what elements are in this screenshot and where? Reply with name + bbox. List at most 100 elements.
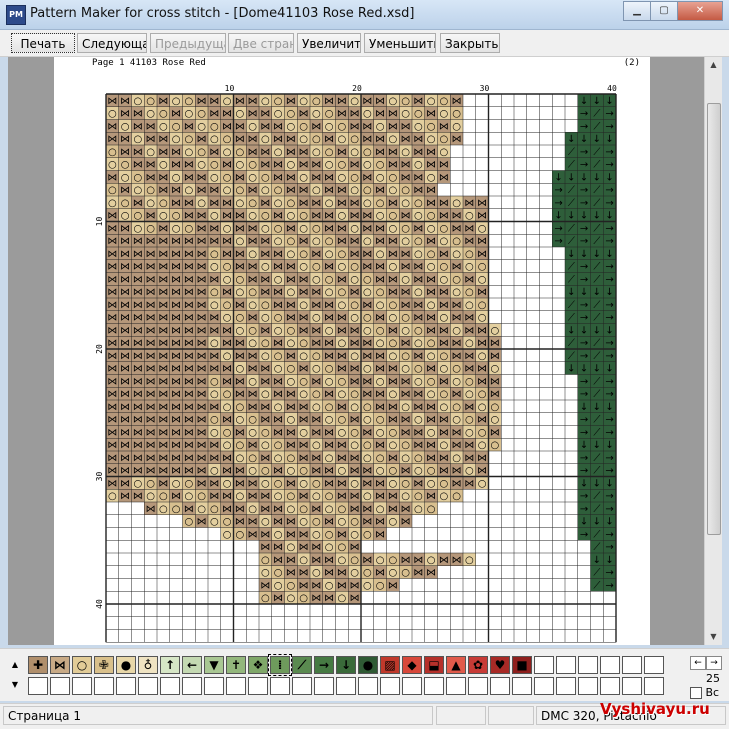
empty-swatch[interactable] — [116, 677, 136, 695]
palette-down-icon[interactable]: ▼ — [8, 675, 22, 695]
empty-swatch[interactable] — [556, 656, 576, 674]
close-window-button[interactable]: ✕ — [677, 1, 723, 21]
empty-swatch[interactable] — [446, 677, 466, 695]
stitch-symbol: ○ — [261, 96, 270, 107]
stitch-symbol: ⋈ — [362, 249, 372, 260]
palette-scroll[interactable]: ▲ ▼ — [8, 655, 22, 695]
stitch-symbol: ⋈ — [260, 249, 270, 260]
zoom-in-button[interactable]: Увеличить — [297, 33, 361, 53]
dots-icon[interactable]: ⁞ — [268, 654, 292, 676]
hatch-icon[interactable]: ▨ — [380, 656, 400, 674]
stitch-symbol: ↓ — [580, 96, 588, 107]
cross-thin-icon[interactable]: ✝ — [226, 656, 246, 674]
cross-icon[interactable]: ✚ — [28, 656, 48, 674]
arrow-up-icon[interactable]: ↑ — [160, 656, 180, 674]
dot-icon[interactable]: ● — [116, 656, 136, 674]
next-page-button[interactable]: Следующая — [77, 33, 147, 53]
slash-icon[interactable]: ⟋ — [292, 656, 312, 674]
stitch-symbol: ○ — [261, 440, 270, 451]
flower-icon[interactable]: ✿ — [468, 656, 488, 674]
empty-swatch[interactable] — [512, 677, 532, 695]
empty-swatch[interactable] — [556, 677, 576, 695]
diamond-red-icon[interactable]: ◆ — [402, 656, 422, 674]
stitch-symbol: ⋈ — [235, 504, 245, 515]
stitch-symbol: ○ — [223, 440, 232, 451]
empty-swatch[interactable] — [50, 677, 70, 695]
minimize-button[interactable]: ▁ — [623, 1, 651, 21]
square-icon[interactable]: ■ — [512, 656, 532, 674]
empty-swatch[interactable] — [468, 677, 488, 695]
empty-swatch[interactable] — [358, 677, 378, 695]
stitch-symbol: ○ — [478, 402, 487, 413]
stitch-symbol: ○ — [172, 223, 181, 234]
empty-swatch[interactable] — [72, 677, 92, 695]
stitch-symbol: ⋈ — [197, 185, 207, 196]
stitch-symbol: ⋈ — [375, 185, 385, 196]
palette-next-icon[interactable]: → — [706, 656, 722, 670]
maximize-button[interactable]: ▢ — [650, 1, 678, 21]
empty-swatch[interactable] — [314, 677, 334, 695]
diamond-icon[interactable]: ❖ — [248, 656, 268, 674]
empty-swatch[interactable] — [248, 677, 268, 695]
bowtie-icon[interactable]: ⋈ — [50, 656, 70, 674]
palette-all-checkbox[interactable] — [690, 687, 702, 699]
empty-swatch[interactable] — [534, 677, 554, 695]
arrow-down-icon[interactable]: ↓ — [336, 656, 356, 674]
stitch-symbol: ⟋ — [568, 160, 575, 171]
empty-swatch[interactable] — [160, 677, 180, 695]
empty-swatch[interactable] — [204, 677, 224, 695]
palette-prev-icon[interactable]: ← — [690, 656, 706, 670]
empty-swatch[interactable] — [336, 677, 356, 695]
stitch-symbol: ⋈ — [209, 147, 219, 158]
empty-swatch[interactable] — [578, 656, 598, 674]
circle-icon[interactable]: ○ — [72, 656, 92, 674]
arrow-left-icon[interactable]: ← — [182, 656, 202, 674]
empty-swatch[interactable] — [94, 677, 114, 695]
empty-swatch[interactable] — [28, 677, 48, 695]
two-pages-button[interactable]: Две страницы — [228, 33, 294, 53]
vertical-scrollbar[interactable]: ▲ ▼ — [704, 57, 722, 645]
empty-swatch[interactable] — [270, 677, 290, 695]
previous-page-button[interactable]: Предыдущая — [150, 33, 226, 53]
triangle-down-icon[interactable]: ▼ — [204, 656, 224, 674]
stitch-symbol: → — [605, 415, 613, 426]
empty-swatch[interactable] — [138, 677, 158, 695]
scroll-down-icon[interactable]: ▼ — [705, 629, 722, 645]
print-button[interactable]: Печать — [11, 33, 75, 53]
empty-swatch[interactable] — [644, 656, 664, 674]
stitch-symbol: ○ — [338, 262, 347, 273]
empty-swatch[interactable] — [578, 677, 598, 695]
empty-swatch[interactable] — [292, 677, 312, 695]
empty-swatch[interactable] — [622, 656, 642, 674]
empty-swatch[interactable] — [600, 656, 620, 674]
empty-swatch[interactable] — [622, 677, 642, 695]
empty-swatch[interactable] — [490, 677, 510, 695]
stitch-symbol: ⋈ — [273, 338, 283, 349]
stitch-symbol: ⋈ — [158, 364, 168, 375]
stitch-symbol: ○ — [401, 147, 410, 158]
empty-swatch[interactable] — [226, 677, 246, 695]
box-icon[interactable]: ⬓ — [424, 656, 444, 674]
triangle-up-icon[interactable]: ▲ — [446, 656, 466, 674]
empty-swatch[interactable] — [424, 677, 444, 695]
status-panel-2 — [436, 706, 486, 725]
empty-swatch[interactable] — [380, 677, 400, 695]
dot-dark-icon[interactable]: ● — [358, 656, 378, 674]
scroll-up-icon[interactable]: ▲ — [705, 57, 722, 73]
stitch-symbol: ○ — [236, 313, 245, 324]
empty-swatch[interactable] — [182, 677, 202, 695]
drop-icon[interactable]: ♁ — [138, 656, 158, 674]
scroll-thumb[interactable] — [707, 103, 721, 535]
stitch-symbol: ○ — [299, 555, 308, 566]
arrow-right-icon[interactable]: → — [314, 656, 334, 674]
heart-icon[interactable]: ♥ — [490, 656, 510, 674]
palette-up-icon[interactable]: ▲ — [8, 655, 22, 675]
close-preview-button[interactable]: Закрыть — [440, 33, 500, 53]
empty-swatch[interactable] — [534, 656, 554, 674]
empty-swatch[interactable] — [644, 677, 664, 695]
stitch-symbol: ⋈ — [107, 364, 117, 375]
empty-swatch[interactable] — [402, 677, 422, 695]
empty-swatch[interactable] — [600, 677, 620, 695]
plus-icon[interactable]: ✙ — [94, 656, 114, 674]
zoom-out-button[interactable]: Уменьшить — [364, 33, 436, 53]
